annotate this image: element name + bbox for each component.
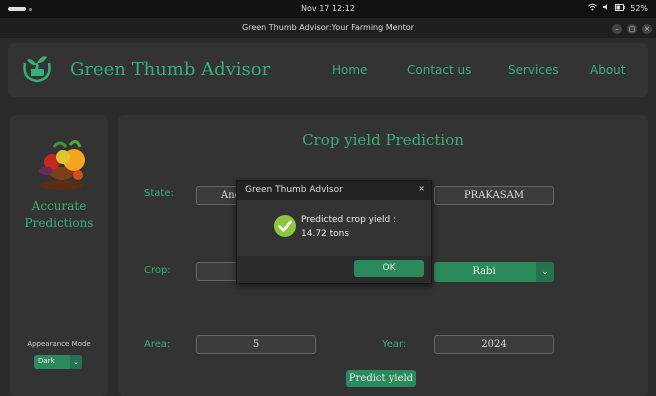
appearance-mode-select[interactable]: Dark ⌄ [34,355,82,369]
maximize-button[interactable]: ▢ [627,24,637,34]
ok-button[interactable]: OK [354,260,424,277]
success-check-icon [273,214,297,238]
state-label: State: [144,188,174,199]
brand-title: Green Thumb Advisor [70,59,271,80]
dialog-title: Green Thumb Advisor [245,185,343,195]
chevron-down-icon: ⌄ [70,355,82,369]
season-value: Rabi [472,266,496,277]
close-window-button[interactable]: × [642,24,652,34]
year-label: Year: [382,339,407,350]
close-icon[interactable]: × [418,184,425,193]
window-title: Green Thumb Advisor:Your Farming Mentor [242,23,414,32]
sidebar: Accurate Predictions Appearance Mode Dar… [10,115,108,396]
dialog-message-line1: Predicted crop yield : [301,215,397,225]
app-header: Green Thumb Advisor Home Contact us Serv… [8,43,648,97]
appearance-mode-value: Dark [38,357,55,365]
battery-icon [615,3,625,13]
volume-icon [602,3,610,13]
dialog-title-bar: Green Thumb Advisor [237,181,431,200]
district-input[interactable]: PRAKASAM [434,186,554,205]
plant-logo-icon [20,51,54,85]
chevron-down-icon: ⌄ [536,262,554,282]
system-status-area[interactable]: 52% [588,3,648,13]
dialog-message-line2: 14.72 tons [301,229,350,239]
year-input[interactable]: 2024 [434,335,554,354]
tagline-line2: Predictions [24,216,94,230]
appearance-mode-label: Appearance Mode [27,340,91,348]
system-top-bar: Nov 17 12:12 52% [0,0,656,18]
dialog-body [237,200,431,256]
nav-about[interactable]: About [590,63,625,77]
harvest-basket-icon [32,135,92,195]
area-input[interactable]: 5 [196,335,316,354]
area-label: Area: [144,339,171,350]
form-title: Crop yield Prediction [302,131,464,149]
crop-label: Crop: [144,265,171,276]
result-dialog: Green Thumb Advisor × Predicted crop yie… [236,180,432,284]
nav-home[interactable]: Home [332,63,367,77]
nav-contact-us[interactable]: Contact us [407,63,471,77]
tagline-line1: Accurate [31,199,87,213]
wifi-icon [588,3,598,13]
system-clock[interactable]: Nov 17 12:12 [0,4,656,13]
nav-services[interactable]: Services [508,63,559,77]
season-select[interactable]: Rabi ⌄ [434,262,554,282]
predict-yield-button[interactable]: Predict yield [346,370,416,387]
minimize-button[interactable]: – [612,24,622,34]
window-title-bar: Green Thumb Advisor:Your Farming Mentor … [0,18,656,38]
battery-percent: 52% [630,3,648,13]
